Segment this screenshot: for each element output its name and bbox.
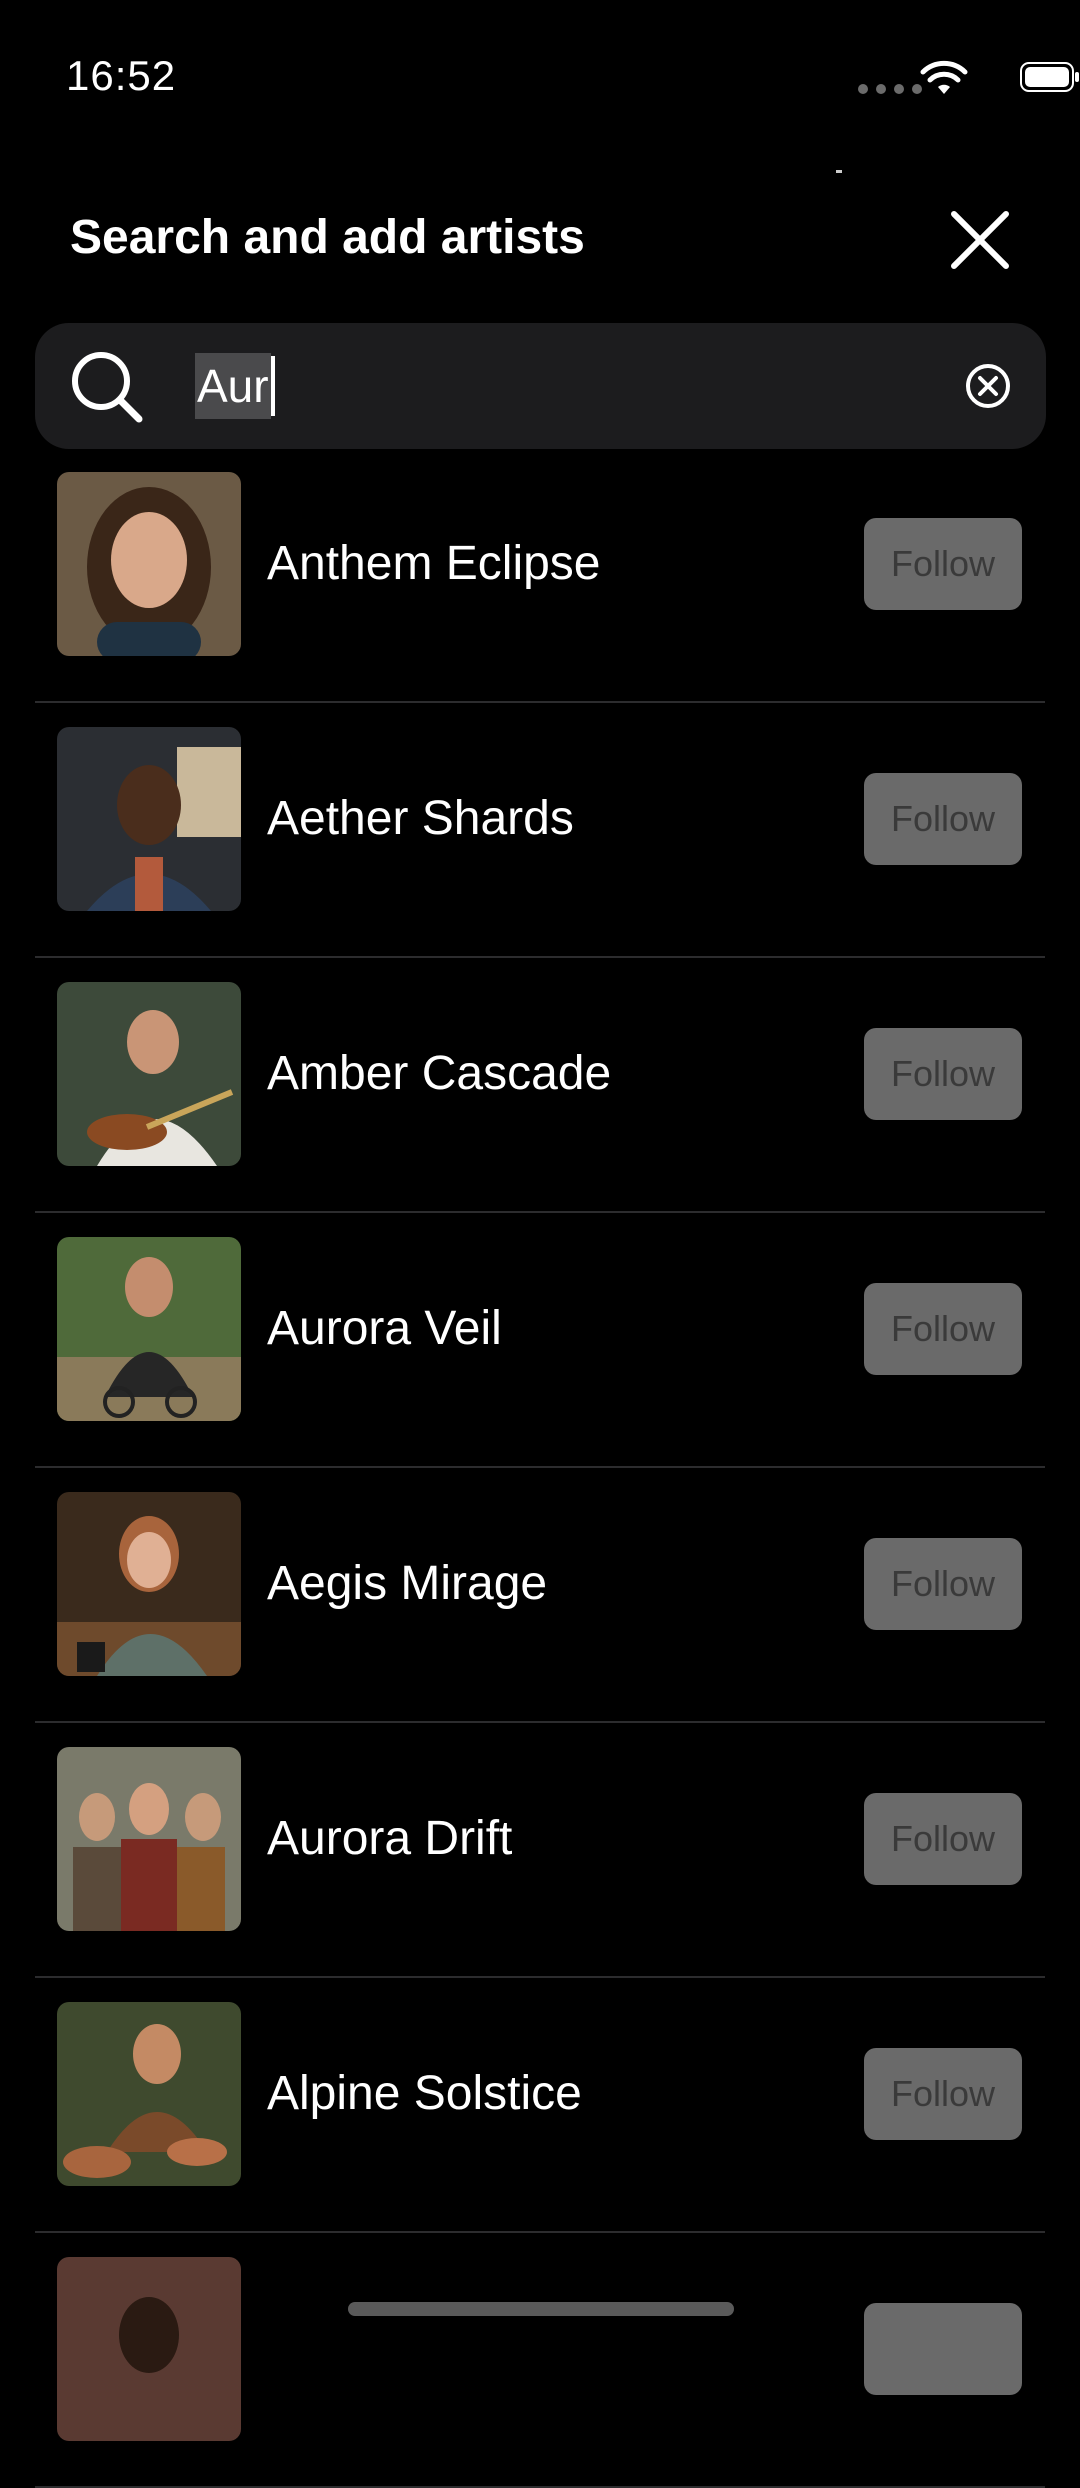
artist-photo bbox=[57, 1747, 241, 1931]
list-item[interactable]: Anthem Eclipse Follow bbox=[35, 448, 1045, 703]
sheet-header: Search and add artists bbox=[0, 180, 1080, 300]
artist-results-list: Anthem Eclipse Follow Aether Shards Foll… bbox=[35, 448, 1045, 2488]
follow-button[interactable]: Follow bbox=[864, 1793, 1022, 1885]
artist-photo bbox=[57, 982, 241, 1166]
close-icon bbox=[951, 211, 1009, 269]
follow-button[interactable]: Follow bbox=[864, 1028, 1022, 1120]
artist-photo bbox=[57, 1492, 241, 1676]
follow-button[interactable]: Follow bbox=[864, 773, 1022, 865]
list-item[interactable] bbox=[35, 2233, 1045, 2488]
artist-name: Anthem Eclipse bbox=[267, 537, 601, 590]
cellular-signal-icon bbox=[858, 84, 922, 94]
artist-name: Aurora Drift bbox=[267, 1812, 513, 1865]
wifi-icon bbox=[920, 60, 968, 94]
search-input[interactable]: Aur bbox=[195, 353, 275, 419]
list-item[interactable]: Aurora Veil Follow bbox=[35, 1213, 1045, 1468]
close-button[interactable] bbox=[940, 200, 1020, 280]
list-item[interactable]: Aurora Drift Follow bbox=[35, 1723, 1045, 1978]
artist-name: Aether Shards bbox=[267, 792, 574, 845]
artist-photo bbox=[57, 2257, 241, 2441]
list-item[interactable]: Amber Cascade Follow bbox=[35, 958, 1045, 1213]
artist-name: Aurora Veil bbox=[267, 1302, 502, 1355]
list-item[interactable]: Aether Shards Follow bbox=[35, 703, 1045, 958]
decorative-dot bbox=[836, 170, 842, 173]
home-indicator[interactable] bbox=[348, 2302, 734, 2316]
follow-button[interactable]: Follow bbox=[864, 518, 1022, 610]
text-caret bbox=[270, 356, 275, 416]
artist-name: Amber Cascade bbox=[267, 1047, 612, 1100]
artist-name: Alpine Solstice bbox=[267, 2067, 582, 2120]
artist-photo bbox=[57, 1237, 241, 1421]
search-query-text[interactable]: Aur bbox=[195, 353, 271, 419]
list-item[interactable]: Aegis Mirage Follow bbox=[35, 1468, 1045, 1723]
artist-photo bbox=[57, 2002, 241, 2186]
list-item[interactable]: Alpine Solstice Follow bbox=[35, 1978, 1045, 2233]
search-icon bbox=[72, 352, 143, 423]
artist-photo bbox=[57, 727, 241, 911]
status-time: 16:52 bbox=[66, 52, 177, 99]
battery-icon bbox=[1020, 62, 1079, 92]
artist-photo bbox=[57, 472, 241, 656]
follow-button[interactable]: Follow bbox=[864, 2048, 1022, 2140]
follow-button[interactable] bbox=[864, 2303, 1022, 2395]
status-bar: 16:52 bbox=[0, 0, 1080, 150]
clear-circle-icon[interactable] bbox=[963, 361, 1013, 411]
page-title: Search and add artists bbox=[70, 211, 585, 264]
follow-button[interactable]: Follow bbox=[864, 1283, 1022, 1375]
follow-button[interactable]: Follow bbox=[864, 1538, 1022, 1630]
search-bar[interactable]: Aur bbox=[35, 323, 1046, 449]
artist-name: Aegis Mirage bbox=[267, 1557, 548, 1610]
